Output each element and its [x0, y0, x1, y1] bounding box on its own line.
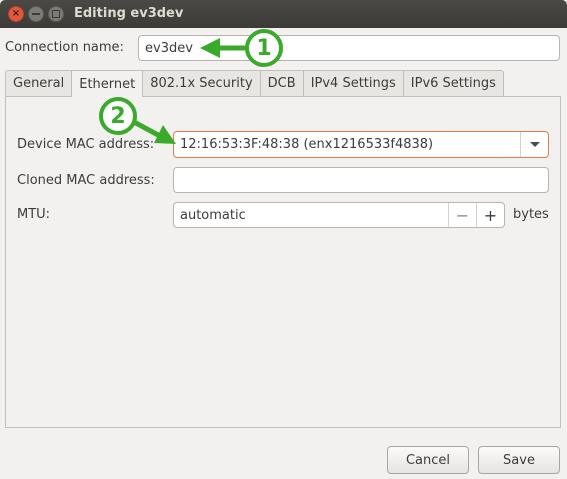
annotation-badge-1: 1 [245, 29, 283, 67]
cloned-mac-label: Cloned MAC address: [17, 173, 155, 188]
tab-ipv6-settings[interactable]: IPv6 Settings [402, 70, 504, 96]
mtu-unit-label: bytes [513, 207, 549, 222]
cancel-button[interactable]: Cancel [387, 446, 469, 474]
tab-dcb[interactable]: DCB [259, 70, 303, 96]
chevron-down-icon [529, 142, 540, 147]
tab-ethernet[interactable]: Ethernet [71, 70, 143, 97]
device-mac-label: Device MAC address: [17, 137, 155, 152]
mtu-decrement-button[interactable]: − [448, 203, 476, 227]
mtu-increment-button[interactable]: + [476, 203, 504, 227]
mtu-value[interactable]: automatic [174, 208, 448, 223]
maximize-icon[interactable] [48, 6, 64, 22]
tab-bar: General Ethernet 802.1x Security DCB IPv… [5, 70, 504, 97]
tab-general[interactable]: General [5, 70, 72, 96]
save-button[interactable]: Save [478, 446, 560, 474]
mtu-spinner[interactable]: automatic − + [173, 202, 505, 228]
close-glyph: × [11, 8, 21, 19]
tab-8021x-security[interactable]: 802.1x Security [142, 70, 260, 96]
connection-name-input[interactable] [138, 35, 560, 61]
tab-ipv4-settings[interactable]: IPv4 Settings [302, 70, 403, 96]
connection-name-label: Connection name: [5, 40, 124, 55]
minimize-icon[interactable] [28, 6, 44, 22]
annotation-badge-2: 2 [99, 97, 137, 135]
dropdown-button[interactable] [520, 132, 548, 157]
cloned-mac-input[interactable] [173, 167, 549, 193]
mtu-label: MTU: [17, 207, 51, 222]
window-title: Editing ev3dev [74, 6, 184, 21]
title-bar[interactable]: × Editing ev3dev [0, 0, 567, 28]
device-mac-combo[interactable]: 12:16:53:3F:48:38 (enx1216533f4838) [173, 131, 549, 158]
close-icon[interactable]: × [8, 6, 24, 22]
device-mac-value[interactable]: 12:16:53:3F:48:38 (enx1216533f4838) [174, 137, 520, 152]
